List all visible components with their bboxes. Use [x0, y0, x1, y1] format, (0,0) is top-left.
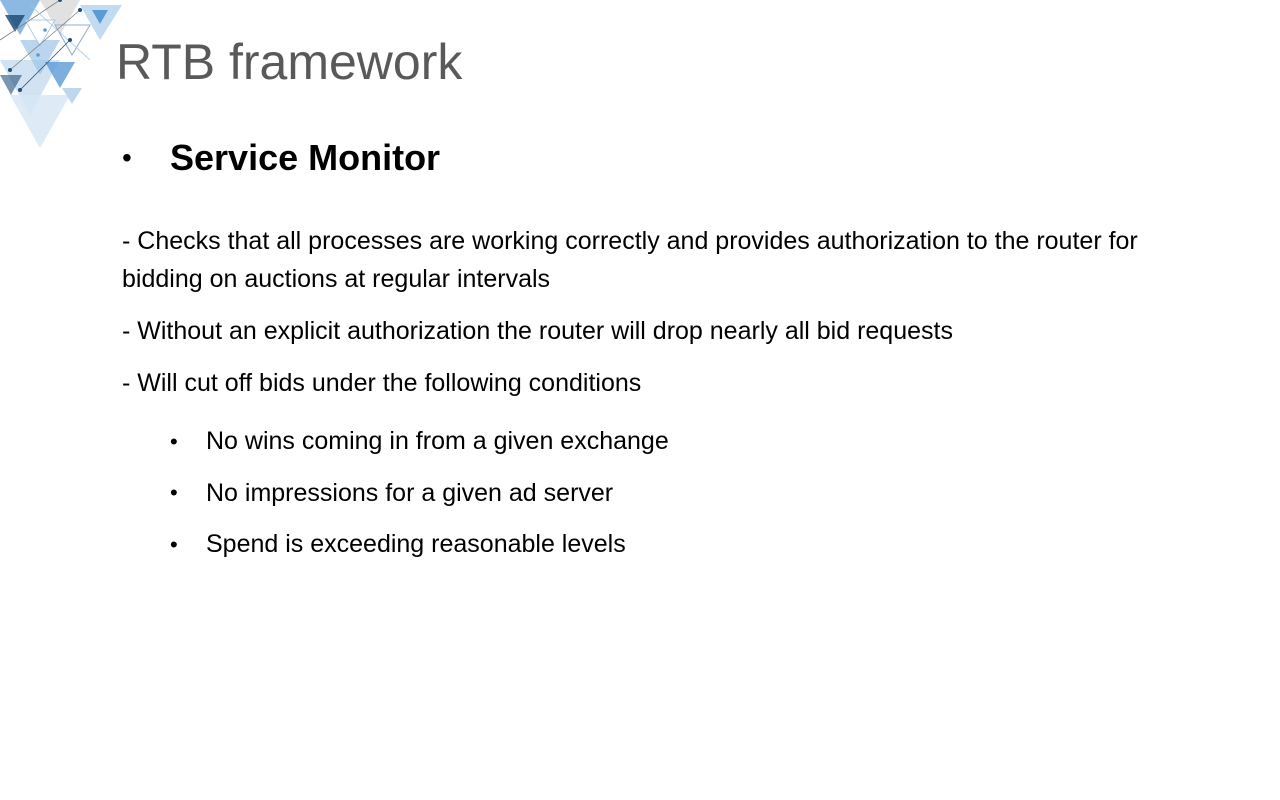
condition-text: No impressions for a given ad server	[206, 478, 614, 507]
description-paragraph: - Without an explicit authorization the …	[122, 317, 953, 345]
condition-text: No wins coming in from a given exchange	[206, 427, 669, 456]
section-heading-row: • Service Monitor	[122, 134, 440, 182]
bullet-icon: •	[170, 480, 178, 506]
description-paragraph: - Will cut off bids under the following …	[122, 369, 642, 397]
list-item: • No wins coming in from a given exchang…	[170, 416, 669, 468]
bullet-icon: •	[170, 428, 178, 454]
section-heading: Service Monitor	[170, 137, 441, 178]
bullet-icon: •	[122, 142, 132, 173]
bullet-icon: •	[170, 531, 178, 557]
slide: RTB framework • Service Monitor - Checks…	[0, 0, 1280, 800]
description-paragraph: - Checks that all processes are working …	[122, 227, 1138, 293]
conditions-list: • No wins coming in from a given exchang…	[170, 416, 669, 571]
condition-text: Spend is exceeding reasonable levels	[206, 530, 626, 559]
slide-title: RTB framework	[116, 34, 463, 90]
triangle-pattern-decoration	[0, 0, 122, 148]
list-item: • No impressions for a given ad server	[170, 468, 669, 520]
list-item: • Spend is exceeding reasonable levels	[170, 519, 669, 571]
